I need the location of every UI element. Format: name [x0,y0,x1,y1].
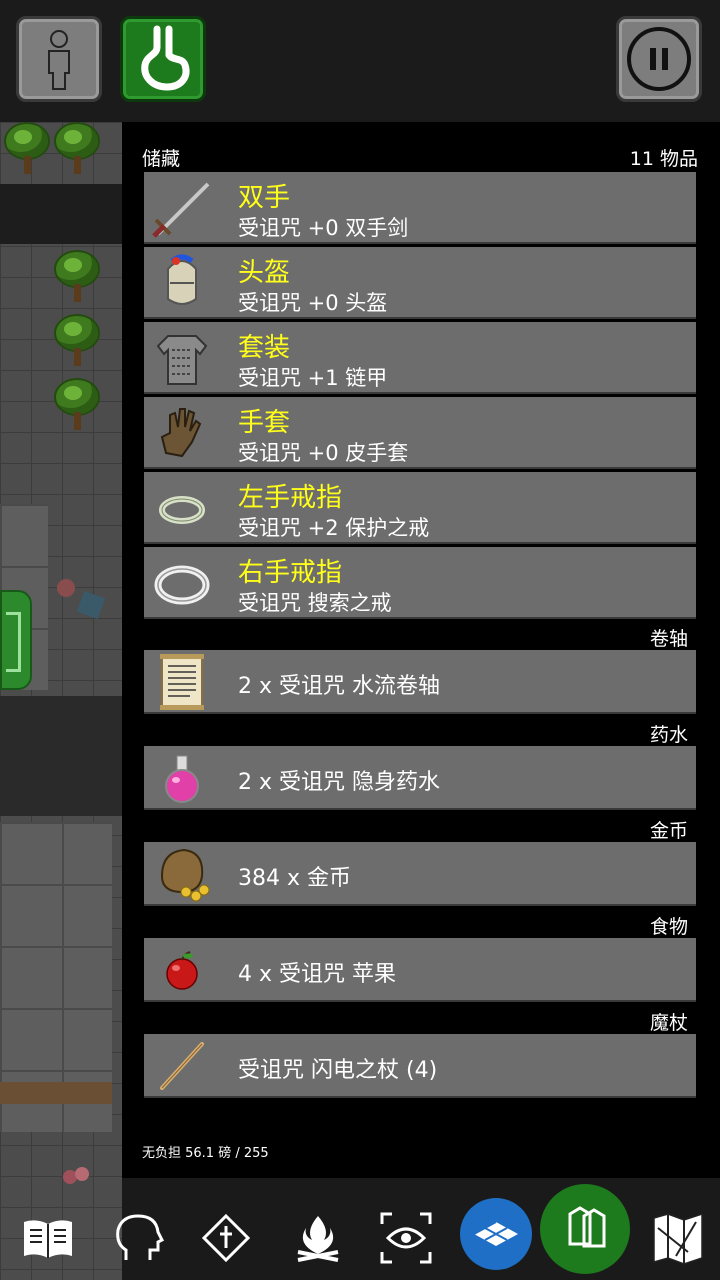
helmet-icon [167,254,197,305]
category-label-scrolls: 卷轴 [649,628,688,650]
spell-icon[interactable] [196,1208,256,1268]
item-name: 受诅咒 +0 头盔 [238,291,388,315]
item-name: 受诅咒 +0 双手剑 [238,216,409,240]
slot-label: 左手戒指 [238,483,343,513]
pause-icon [627,27,691,91]
category-label-gold: 金币 [649,820,688,842]
item-name: 受诅咒 闪电之杖 (4) [238,1058,438,1083]
inventory-item-gold[interactable]: 384 x 金币 [144,842,696,906]
weight-status: 无负担 56.1 磅 / 255 [142,1146,269,1161]
chainmail-icon [156,335,208,385]
slot-label: 套装 [238,333,291,363]
silver-ring-icon [154,565,210,605]
inventory-item-potion[interactable]: 2 x 受诅咒 隐身药水 [144,746,696,810]
inventory-panel: 储藏 11 物品 双手 受诅咒 +0 双手剑 头盔 受诅咒 +0 头盔 套装 受… [122,122,720,1178]
slot-label: 右手戒指 [238,558,343,588]
greatsword-icon [152,182,210,238]
slot-label: 双手 [238,183,291,213]
item-name: 2 x 受诅咒 隐身药水 [238,770,440,795]
gold-sack-icon [160,848,210,902]
equip-slot-gloves[interactable]: 手套 受诅咒 +0 皮手套 [144,397,696,469]
item-name: 384 x 金币 [238,866,351,891]
item-name: 受诅咒 搜索之戒 [238,591,392,615]
apple-icon [166,951,198,990]
tree-icon [50,314,104,370]
category-label-wands: 魔杖 [649,1012,688,1034]
equip-slot-armor[interactable]: 套装 受诅咒 +1 链甲 [144,322,696,394]
item-name: 受诅咒 +1 链甲 [238,366,388,390]
item-name: 2 x 受诅咒 水流卷轴 [238,674,440,699]
category-label-potions: 药水 [649,724,688,746]
category-label-food: 食物 [649,916,688,938]
tree-icon [50,250,104,306]
inventory-item-apple[interactable]: 4 x 受诅咒 苹果 [144,938,696,1002]
equip-slot-weapon[interactable]: 双手 受诅咒 +0 双手剑 [144,172,696,244]
scroll-icon [160,654,204,710]
tree-icon [0,122,54,178]
campfire-icon[interactable] [288,1208,348,1268]
pause-button[interactable] [616,16,702,102]
look-icon[interactable] [376,1208,436,1268]
item-on-floor-icon [57,579,106,620]
map-table [0,1082,112,1104]
ring-icon [159,496,205,524]
tree-icon [50,378,104,434]
equip-slot-helmet[interactable]: 头盔 受诅咒 +0 头盔 [144,247,696,319]
hero-silhouette-icon [48,30,70,90]
equip-slot-right-ring[interactable]: 右手戒指 受诅咒 搜索之戒 [144,547,696,619]
top-bar [0,0,720,122]
potion-icon [165,755,199,803]
slot-label: 头盔 [238,258,291,288]
journal-icon[interactable] [18,1208,78,1268]
head-profile-icon[interactable] [108,1208,168,1268]
tree-icon [50,122,104,178]
item-name: 受诅咒 +0 皮手套 [238,441,409,465]
panel-title: 储藏 [142,148,181,170]
hunger-button[interactable] [120,16,206,102]
item-count: 11 物品 [629,148,698,170]
slot-label: 手套 [238,408,291,438]
bottom-toolbar [0,1178,720,1280]
map-dark-area [0,696,122,816]
dungeon-map[interactable] [0,122,122,1280]
leather-glove-icon [160,408,202,458]
hero-button[interactable] [16,16,102,102]
green-door-icon[interactable] [0,590,32,690]
wand-icon [160,1042,204,1090]
inventory-item-scroll[interactable]: 2 x 受诅咒 水流卷轴 [144,650,696,714]
map-dark-area [0,184,122,244]
inventory-item-wand[interactable]: 受诅咒 闪电之杖 (4) [144,1034,696,1098]
equip-slot-left-ring[interactable]: 左手戒指 受诅咒 +2 保护之戒 [144,472,696,544]
item-name: 受诅咒 +2 保护之戒 [238,516,430,540]
stomach-icon [141,25,190,91]
item-name: 4 x 受诅咒 苹果 [238,962,396,987]
map-icon[interactable] [648,1208,708,1268]
